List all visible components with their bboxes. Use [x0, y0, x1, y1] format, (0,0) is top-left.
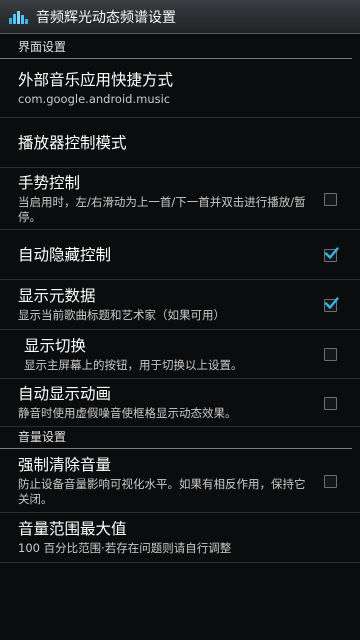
app-title: 音频辉光动态频谱设置	[36, 9, 176, 26]
gesture-checkbox[interactable]	[324, 192, 337, 206]
pref-music-shortcut[interactable]: 外部音乐应用快捷方式 com.google.android.music	[0, 59, 360, 118]
pref-player-control-mode[interactable]: 播放器控制模式	[0, 118, 360, 168]
pref-summary: 静音时使用虚假噪音使框格显示动态效果。	[18, 406, 237, 420]
toggle-checkbox[interactable]	[324, 348, 337, 361]
checkmark-icon	[324, 246, 339, 259]
equalizer-icon[interactable]	[8, 9, 30, 25]
pref-title: 强制清除音量	[18, 455, 112, 474]
pref-summary: 当启用时，左/右滑动为上一首/下一首并双击进行播放/暂停。	[18, 194, 306, 224]
auto-hide-checkbox[interactable]	[324, 246, 339, 262]
pref-force-clear-volume[interactable]: 强制清除音量 防止设备音量影响可视化水平。如果有相反作用，保持它关闭。	[0, 449, 360, 513]
pref-show-metadata[interactable]: 显示元数据 显示当前歌曲标题和艺术家（如果可用）	[0, 280, 360, 330]
pref-title: 自动隐藏控制	[18, 245, 112, 264]
pref-summary: com.google.android.music	[18, 91, 171, 106]
checkmark-icon	[324, 296, 339, 309]
force-clear-checkbox[interactable]	[324, 474, 337, 488]
pref-title: 自动显示动画	[18, 385, 112, 403]
pref-title: 音量范围最大值	[18, 520, 127, 538]
pref-title: 显示元数据	[18, 287, 96, 305]
pref-show-toggle[interactable]: 显示切换 显示主屏幕上的按钮，用于切换以上设置。	[0, 330, 360, 379]
pref-auto-animation[interactable]: 自动显示动画 静音时使用虚假噪音使框格显示动态效果。	[0, 379, 360, 427]
action-bar: 音频辉光动态频谱设置	[0, 0, 360, 34]
pref-gesture-control[interactable]: 手势控制 当启用时，左/右滑动为上一首/下一首并双击进行播放/暂停。	[0, 168, 360, 230]
pref-auto-hide[interactable]: 自动隐藏控制	[0, 230, 360, 280]
metadata-checkbox[interactable]	[324, 296, 339, 312]
section-header-interface: 界面设置	[0, 34, 352, 59]
section-header-volume: 音量设置	[0, 427, 352, 449]
pref-summary: 显示当前歌曲标题和艺术家（如果可用）	[18, 308, 225, 322]
auto-animation-checkbox[interactable]	[324, 396, 337, 410]
pref-title: 显示切换	[24, 336, 87, 355]
pref-title: 外部音乐应用快捷方式	[18, 70, 174, 89]
pref-summary: 显示主屏幕上的按钮，用于切换以上设置。	[24, 357, 243, 372]
pref-volume-range-max[interactable]: 音量范围最大值 100 百分比范围·若存在问题则请自行调整	[0, 513, 360, 563]
pref-title: 手势控制	[18, 173, 81, 192]
pref-summary: 100 百分比范围·若存在问题则请自行调整	[18, 541, 232, 555]
pref-summary: 防止设备音量影响可视化水平。如果有相反作用，保持它关闭。	[18, 476, 306, 506]
pref-title: 播放器控制模式	[18, 133, 127, 152]
